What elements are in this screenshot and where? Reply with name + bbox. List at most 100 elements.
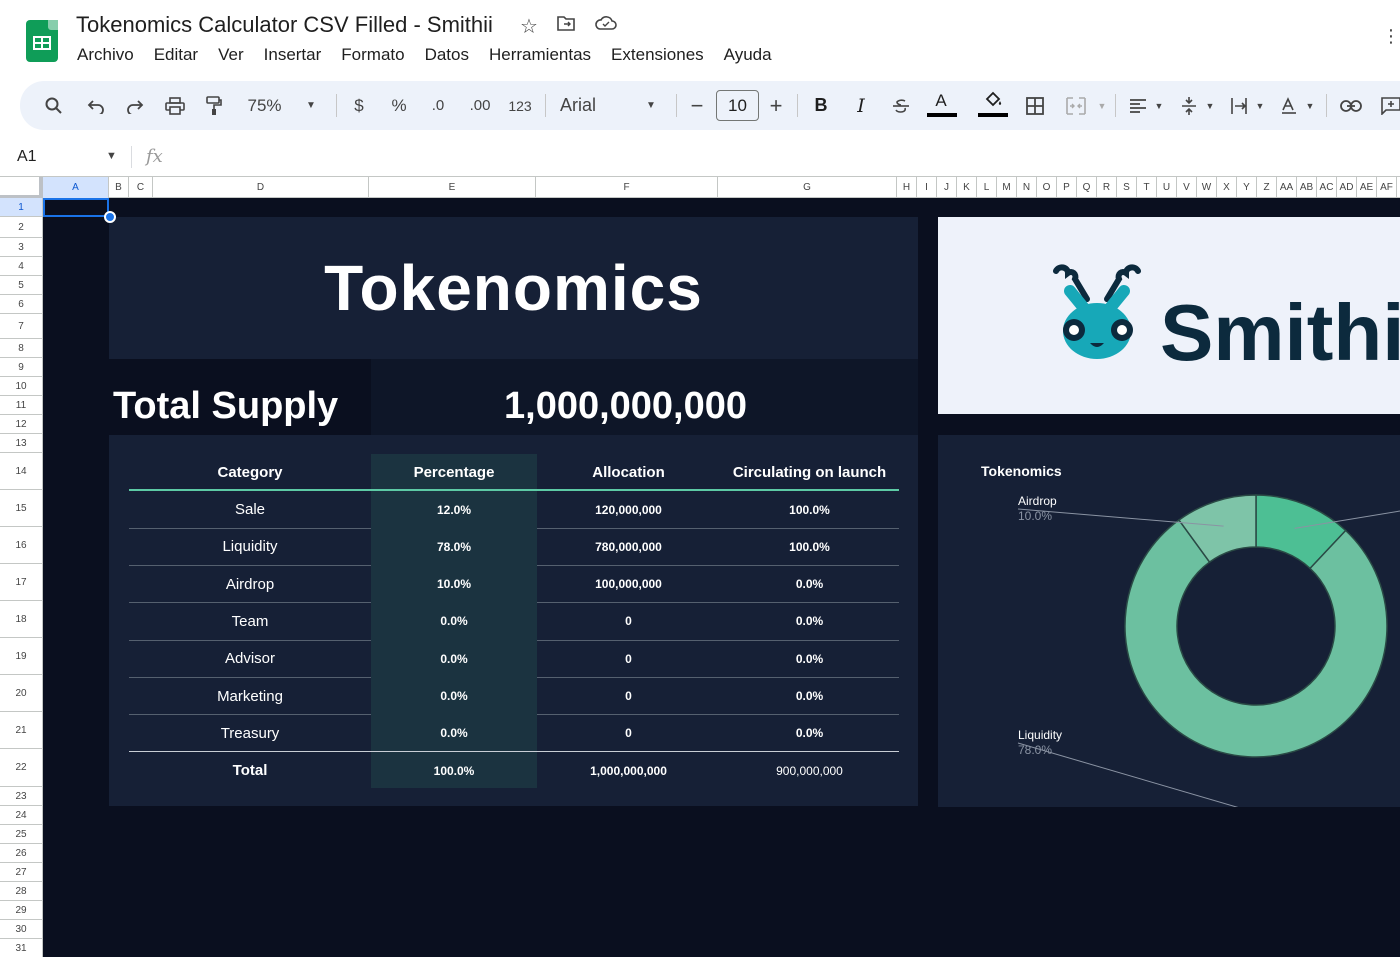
table-total-category[interactable]: Total xyxy=(129,752,371,789)
menu-insertar[interactable]: Insertar xyxy=(264,45,322,65)
column-header-r[interactable]: R xyxy=(1097,177,1117,198)
table-cell-allocation[interactable]: 0 xyxy=(537,678,720,715)
menu-datos[interactable]: Datos xyxy=(425,45,469,65)
align-dropdown-icon[interactable]: ▼ xyxy=(1153,81,1165,130)
row-header-28[interactable]: 28 xyxy=(0,882,42,901)
table-total-circulating[interactable]: 900,000,000 xyxy=(720,752,899,789)
insert-comment-icon[interactable] xyxy=(1380,81,1400,130)
row-header-6[interactable]: 6 xyxy=(0,295,42,314)
row-header-12[interactable]: 12 xyxy=(0,415,42,434)
currency-format-button[interactable]: $ xyxy=(349,81,369,130)
row-header-1[interactable]: 1 xyxy=(0,198,42,217)
fill-color-icon[interactable] xyxy=(980,81,1006,130)
fill-handle[interactable] xyxy=(104,211,116,223)
row-header-26[interactable]: 26 xyxy=(0,844,42,863)
row-header-20[interactable]: 20 xyxy=(0,675,42,712)
paint-format-icon[interactable] xyxy=(202,81,226,130)
column-header-z[interactable]: Z xyxy=(1257,177,1277,198)
table-cell-percentage[interactable]: 10.0% xyxy=(371,566,537,603)
column-header-aa[interactable]: AA xyxy=(1277,177,1297,198)
row-header-29[interactable]: 29 xyxy=(0,901,42,920)
menu-formato[interactable]: Formato xyxy=(341,45,404,65)
search-menus-icon[interactable] xyxy=(42,81,66,130)
document-title[interactable]: Tokenomics Calculator CSV Filled - Smith… xyxy=(76,12,493,38)
select-all-corner[interactable] xyxy=(0,177,43,198)
table-cell-allocation[interactable]: 0 xyxy=(537,715,720,752)
decrease-decimals-button[interactable]: .0 xyxy=(424,81,452,130)
table-cell-category[interactable]: Treasury xyxy=(129,715,371,752)
row-header-19[interactable]: 19 xyxy=(0,638,42,675)
name-box-dropdown-icon[interactable]: ▼ xyxy=(106,150,117,162)
zoom-dropdown-icon[interactable]: ▼ xyxy=(304,81,318,130)
menu-herramientas[interactable]: Herramientas xyxy=(489,45,591,65)
table-cell-allocation[interactable]: 120,000,000 xyxy=(537,491,720,528)
row-header-13[interactable]: 13 xyxy=(0,434,42,453)
insert-link-icon[interactable] xyxy=(1338,81,1364,130)
table-cell-category[interactable]: Liquidity xyxy=(129,528,371,565)
column-header-v[interactable]: V xyxy=(1177,177,1197,198)
row-header-23[interactable]: 23 xyxy=(0,787,42,806)
text-color-button[interactable]: A xyxy=(929,81,953,130)
column-header-l[interactable]: L xyxy=(977,177,997,198)
increase-decimals-button[interactable]: .00 xyxy=(465,81,495,130)
vertical-align-icon[interactable] xyxy=(1178,81,1200,130)
column-header-x[interactable]: X xyxy=(1217,177,1237,198)
table-cell-category[interactable]: Sale xyxy=(129,491,371,528)
table-cell-circulating[interactable]: 0.0% xyxy=(720,603,899,640)
table-cell-category[interactable]: Team xyxy=(129,603,371,640)
column-header-d[interactable]: D xyxy=(153,177,369,198)
table-cell-percentage[interactable]: 12.0% xyxy=(371,491,537,528)
menu-ver[interactable]: Ver xyxy=(218,45,244,65)
column-header-g[interactable]: G xyxy=(718,177,897,198)
row-header-25[interactable]: 25 xyxy=(0,825,42,844)
column-header-ab[interactable]: AB xyxy=(1297,177,1317,198)
strikethrough-icon[interactable] xyxy=(891,81,911,130)
row-header-11[interactable]: 11 xyxy=(0,396,42,415)
sheets-logo-icon[interactable] xyxy=(26,20,58,62)
italic-button[interactable]: I xyxy=(851,81,871,130)
row-header-31[interactable]: 31 xyxy=(0,939,42,957)
table-cell-category[interactable]: Advisor xyxy=(129,640,371,677)
column-header-i[interactable]: I xyxy=(917,177,937,198)
table-cell-percentage[interactable]: 0.0% xyxy=(371,715,537,752)
row-header-7[interactable]: 7 xyxy=(0,314,42,339)
row-header-18[interactable]: 18 xyxy=(0,601,42,638)
row-header-9[interactable]: 9 xyxy=(0,358,42,377)
merge-cells-icon[interactable] xyxy=(1064,81,1088,130)
zoom-select[interactable]: 75% xyxy=(242,81,287,130)
font-family-select[interactable]: Arial xyxy=(560,81,620,130)
column-header-f[interactable]: F xyxy=(536,177,718,198)
row-header-8[interactable]: 8 xyxy=(0,339,42,358)
decrease-font-size-icon[interactable]: − xyxy=(687,81,707,130)
row-header-22[interactable]: 22 xyxy=(0,749,42,787)
table-cell-circulating[interactable]: 0.0% xyxy=(720,640,899,677)
column-header-u[interactable]: U xyxy=(1157,177,1177,198)
row-header-30[interactable]: 30 xyxy=(0,920,42,939)
horizontal-align-icon[interactable] xyxy=(1127,81,1149,130)
row-header-24[interactable]: 24 xyxy=(0,806,42,825)
menu-editar[interactable]: Editar xyxy=(154,45,198,65)
table-cell-circulating[interactable]: 0.0% xyxy=(720,678,899,715)
column-header-h[interactable]: H xyxy=(897,177,917,198)
table-cell-circulating[interactable]: 0.0% xyxy=(720,715,899,752)
menu-ayuda[interactable]: Ayuda xyxy=(724,45,772,65)
account-edge-icon[interactable]: ⋮ xyxy=(1382,26,1400,47)
column-header-w[interactable]: W xyxy=(1197,177,1217,198)
column-header-a[interactable]: A xyxy=(43,177,109,198)
cloud-status-icon[interactable] xyxy=(594,14,618,39)
undo-icon[interactable] xyxy=(84,81,108,130)
column-header-q[interactable]: Q xyxy=(1077,177,1097,198)
row-header-10[interactable]: 10 xyxy=(0,377,42,396)
selected-cell-a1[interactable] xyxy=(43,198,109,217)
row-header-4[interactable]: 4 xyxy=(0,257,42,276)
bold-button[interactable]: B xyxy=(811,81,831,130)
table-cell-percentage[interactable]: 0.0% xyxy=(371,640,537,677)
row-header-21[interactable]: 21 xyxy=(0,712,42,749)
redo-icon[interactable] xyxy=(123,81,147,130)
column-header-ad[interactable]: AD xyxy=(1337,177,1357,198)
formula-input[interactable] xyxy=(180,146,1380,168)
table-cell-circulating[interactable]: 100.0% xyxy=(720,491,899,528)
column-header-ae[interactable]: AE xyxy=(1357,177,1377,198)
column-header-p[interactable]: P xyxy=(1057,177,1077,198)
donut-chart[interactable] xyxy=(938,435,1400,807)
